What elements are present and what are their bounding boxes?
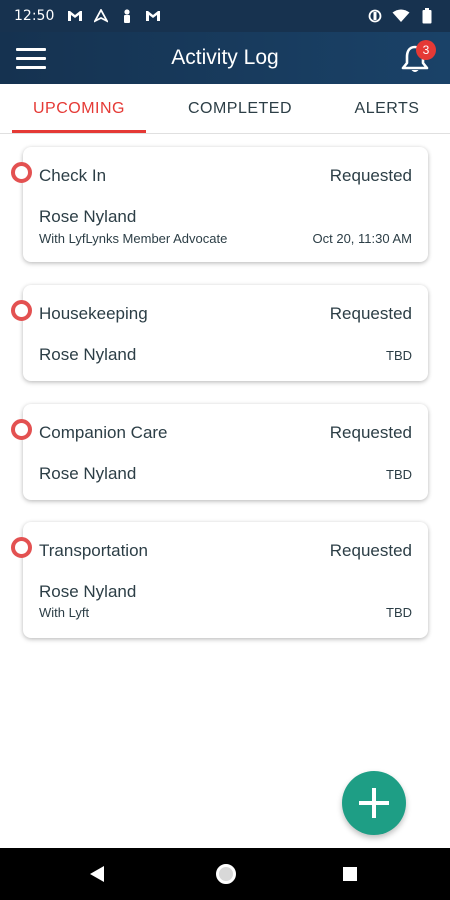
card-member-name: Rose Nyland xyxy=(39,582,137,601)
card-member-name: Rose Nyland xyxy=(39,207,137,226)
gmail-icon xyxy=(66,9,84,23)
card-title: Transportation xyxy=(39,541,148,560)
tab-alerts[interactable]: ALERTS xyxy=(340,84,434,134)
card-provider: With LyfLynks Member Advocate xyxy=(39,231,228,246)
battery-icon xyxy=(418,8,436,24)
card-status: Requested xyxy=(329,541,412,560)
tab-indicator xyxy=(12,130,146,133)
app-bar: Activity Log 3 xyxy=(0,32,450,84)
notification-badge: 3 xyxy=(416,40,436,60)
status-dot-icon xyxy=(11,419,32,440)
activity-card-companion-care[interactable]: Companion Care Requested Rose Nyland TBD xyxy=(11,404,428,500)
status-time: 12:50 xyxy=(14,8,55,24)
card-status: Requested xyxy=(329,166,412,185)
card-title: Check In xyxy=(39,166,107,185)
back-icon[interactable] xyxy=(90,866,104,882)
tab-bar: UPCOMING COMPLETED ALERTS xyxy=(0,84,450,134)
tab-completed[interactable]: COMPLETED xyxy=(172,84,308,134)
vibrate-icon xyxy=(366,9,384,23)
card-member-name: Rose Nyland xyxy=(39,345,137,364)
card-title: Companion Care xyxy=(39,423,168,442)
card-member-name: Rose Nyland xyxy=(39,464,137,483)
card-time: TBD xyxy=(386,348,412,363)
card-time: Oct 20, 11:30 AM xyxy=(312,231,412,246)
card-time: TBD xyxy=(386,605,412,620)
card-status: Requested xyxy=(329,304,412,323)
status-left: 12:50 xyxy=(14,8,162,24)
card-provider: With Lyft xyxy=(39,605,90,620)
status-right xyxy=(366,8,436,24)
system-nav-bar xyxy=(0,848,450,900)
person-icon xyxy=(118,9,136,23)
wifi-icon xyxy=(392,9,410,23)
gmail-icon xyxy=(144,9,162,23)
page-title: Activity Log xyxy=(171,46,279,69)
card-status: Requested xyxy=(329,423,412,442)
activity-card-check-in[interactable]: Check In Requested Rose Nyland With LyfL… xyxy=(11,147,428,262)
nav-arrow-icon xyxy=(92,9,110,23)
activity-card-housekeeping[interactable]: Housekeeping Requested Rose Nyland TBD xyxy=(11,285,428,381)
notifications-button[interactable]: 3 xyxy=(398,40,436,76)
home-icon[interactable] xyxy=(216,864,236,884)
status-dot-icon xyxy=(11,537,32,558)
card-time: TBD xyxy=(386,467,412,482)
recent-apps-icon[interactable] xyxy=(343,867,357,881)
status-dot-icon xyxy=(11,162,32,183)
activity-card-transportation[interactable]: Transportation Requested Rose Nyland Wit… xyxy=(11,522,428,638)
add-activity-button[interactable] xyxy=(342,771,406,835)
status-dot-icon xyxy=(11,300,32,321)
tab-upcoming[interactable]: UPCOMING xyxy=(12,84,146,134)
status-bar: 12:50 xyxy=(0,0,450,32)
card-title: Housekeeping xyxy=(39,304,148,323)
